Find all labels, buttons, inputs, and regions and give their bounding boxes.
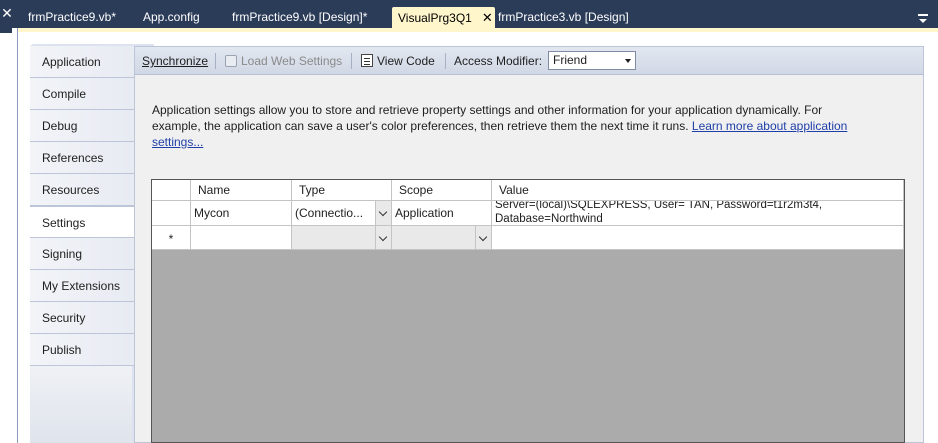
page-tabs-tail bbox=[30, 360, 132, 443]
web-settings-icon bbox=[225, 55, 237, 67]
page-tab-resources[interactable]: Resources bbox=[30, 174, 134, 206]
left-tool-strip bbox=[0, 28, 18, 443]
page-tab-publish[interactable]: Publish bbox=[30, 334, 134, 366]
load-web-settings-button[interactable]: Load Web Settings bbox=[225, 52, 342, 70]
tab-label: frmPractice9.vb* bbox=[28, 10, 117, 24]
page-tab-settings[interactable]: Settings bbox=[30, 206, 146, 238]
tab-app-config[interactable]: App.config bbox=[137, 7, 200, 28]
tab-frmpractice3-design[interactable]: frmPractice3.vb [Design] bbox=[492, 7, 629, 28]
new-scope-combo[interactable] bbox=[392, 226, 492, 250]
setting-value-line: Database=Northwind bbox=[495, 213, 603, 225]
column-header-value[interactable]: Value bbox=[492, 180, 904, 201]
new-value-cell[interactable] bbox=[492, 226, 904, 250]
tab-label: frmPractice9.vb [Design]* bbox=[232, 10, 368, 24]
page-tab-application[interactable]: Application bbox=[30, 46, 134, 78]
page-tab-my-extensions[interactable]: My Extensions bbox=[30, 270, 134, 302]
setting-name-cell[interactable]: Mycon bbox=[191, 201, 292, 226]
setting-value-line: Server=(local)\SQLEXPRESS, User= TAN, Pa… bbox=[495, 201, 823, 211]
new-row-marker[interactable]: * bbox=[152, 226, 191, 250]
toolbar-separator bbox=[351, 53, 352, 69]
tab-overflow-dropdown-icon[interactable] bbox=[918, 14, 928, 23]
chevron-down-icon[interactable] bbox=[375, 201, 391, 225]
code-file-icon bbox=[361, 54, 373, 67]
page-tab-security[interactable]: Security bbox=[30, 302, 134, 334]
tab-frmpractice9-vb[interactable]: frmPractice9.vb* bbox=[22, 7, 116, 28]
tab-visualprg3q1[interactable]: VisualPrg3Q1 ✕ bbox=[392, 7, 495, 28]
settings-panel: Synchronize Load Web Settings View Code … bbox=[134, 46, 924, 443]
setting-value-cell[interactable]: Server=(local)\SQLEXPRESS, User= TAN, Pa… bbox=[492, 201, 904, 226]
access-modifier-label: Access Modifier: bbox=[454, 54, 543, 68]
setting-type-combo[interactable]: (Connectio... bbox=[292, 201, 392, 226]
setting-type-value: (Connectio... bbox=[295, 206, 364, 220]
column-header-type[interactable]: Type bbox=[292, 180, 392, 201]
view-code-label: View Code bbox=[377, 54, 435, 68]
column-header-name[interactable]: Name bbox=[191, 180, 292, 201]
close-icon[interactable]: ✕ bbox=[0, 5, 14, 22]
row-header[interactable] bbox=[152, 201, 191, 226]
setting-scope-cell[interactable]: Application bbox=[392, 201, 492, 226]
grid-corner-header bbox=[152, 180, 191, 201]
toolbar-separator bbox=[215, 53, 216, 69]
project-designer: Application Compile Debug References Res… bbox=[18, 32, 938, 443]
dropdown-arrow-icon bbox=[625, 59, 631, 63]
tab-frmpractice9-design[interactable]: frmPractice9.vb [Design]* bbox=[226, 7, 367, 28]
synchronize-button[interactable]: Synchronize bbox=[142, 52, 208, 70]
synchronize-label: Synchronize bbox=[142, 54, 209, 68]
page-tab-compile[interactable]: Compile bbox=[30, 78, 134, 110]
settings-toolbar: Synchronize Load Web Settings View Code … bbox=[135, 47, 923, 75]
tab-label: App.config bbox=[143, 10, 200, 24]
page-tab-references[interactable]: References bbox=[30, 142, 134, 174]
document-tab-strip: ✕ frmPractice9.vb* App.config frmPractic… bbox=[0, 0, 938, 28]
tab-label: frmPractice3.vb [Design] bbox=[498, 10, 629, 24]
access-modifier-select[interactable]: Friend bbox=[548, 51, 636, 70]
settings-grid: Name Type Scope Value Mycon (Connectio..… bbox=[151, 179, 905, 443]
chevron-down-icon[interactable] bbox=[475, 226, 491, 249]
column-header-scope[interactable]: Scope bbox=[392, 180, 492, 201]
page-tab-signing[interactable]: Signing bbox=[30, 238, 134, 270]
access-modifier-value: Friend bbox=[553, 53, 588, 67]
toolbar-separator bbox=[445, 53, 446, 69]
view-code-button[interactable]: View Code bbox=[361, 52, 435, 70]
new-type-combo[interactable] bbox=[292, 226, 392, 250]
new-name-cell[interactable] bbox=[191, 226, 292, 250]
load-web-settings-label: Load Web Settings bbox=[241, 54, 343, 68]
chevron-down-icon[interactable] bbox=[375, 226, 391, 249]
tab-label: VisualPrg3Q1 bbox=[398, 11, 472, 25]
page-tab-debug[interactable]: Debug bbox=[30, 110, 134, 142]
settings-description: Application settings allow you to store … bbox=[152, 102, 872, 150]
